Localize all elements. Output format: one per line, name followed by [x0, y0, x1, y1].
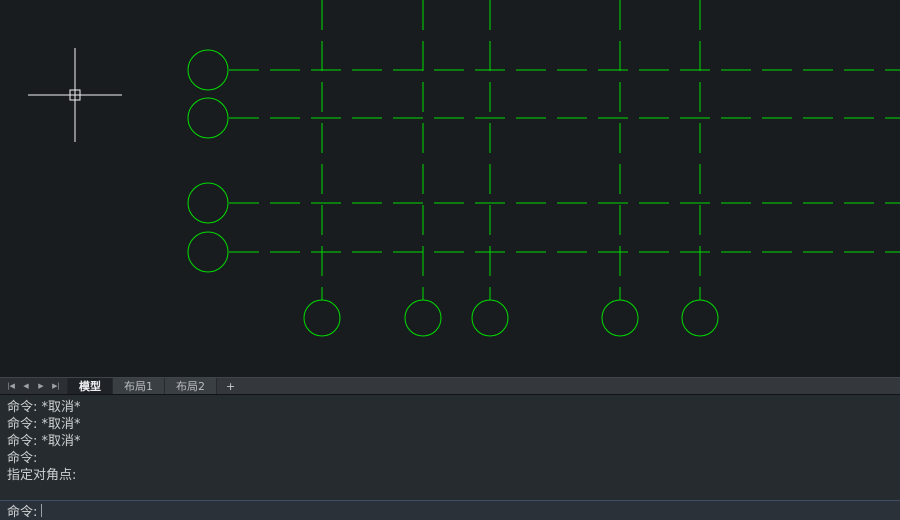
tab-nav-next-button[interactable]: ▶	[35, 380, 47, 393]
tab-model[interactable]: 模型	[68, 378, 113, 394]
command-panel: 命令: *取消*命令: *取消*命令: *取消*命令:指定对角点: 命令:	[0, 394, 900, 520]
axis-bubble[interactable]	[188, 183, 228, 223]
tab-layout2[interactable]: 布局2	[165, 378, 217, 394]
axis-bubble[interactable]	[188, 50, 228, 90]
command-history[interactable]: 命令: *取消*命令: *取消*命令: *取消*命令:指定对角点:	[0, 395, 900, 500]
cad-window: |◀◀▶▶| 模型布局1布局2 + 命令: *取消*命令: *取消*命令: *取…	[0, 0, 900, 520]
layout-tabs: 模型布局1布局2	[68, 378, 217, 394]
axis-bubble[interactable]	[188, 98, 228, 138]
command-history-line: 指定对角点:	[7, 467, 893, 484]
axis-bubble[interactable]	[602, 300, 638, 336]
command-caret	[41, 504, 48, 517]
axis-bubble[interactable]	[472, 300, 508, 336]
tab-layout1[interactable]: 布局1	[113, 378, 165, 394]
drawing-layer	[0, 0, 900, 377]
model-canvas[interactable]	[0, 0, 900, 377]
tab-nav-last-button[interactable]: ▶|	[50, 380, 62, 393]
tab-nav-buttons: |◀◀▶▶|	[0, 378, 68, 394]
command-history-line: 命令:	[7, 450, 893, 467]
command-history-line: 命令: *取消*	[7, 399, 893, 416]
command-history-line: 命令: *取消*	[7, 416, 893, 433]
axis-bubble[interactable]	[188, 232, 228, 272]
command-prompt: 命令:	[7, 501, 37, 520]
tab-nav-prev-button[interactable]: ◀	[20, 380, 32, 393]
axis-bubble[interactable]	[682, 300, 718, 336]
add-layout-button[interactable]: +	[217, 378, 244, 394]
command-input-row[interactable]: 命令:	[0, 500, 900, 520]
tab-nav-first-button[interactable]: |◀	[5, 380, 17, 393]
layout-tabbar: |◀◀▶▶| 模型布局1布局2 +	[0, 377, 900, 394]
axis-bubble[interactable]	[405, 300, 441, 336]
command-history-line: 命令: *取消*	[7, 433, 893, 450]
axis-bubble[interactable]	[304, 300, 340, 336]
